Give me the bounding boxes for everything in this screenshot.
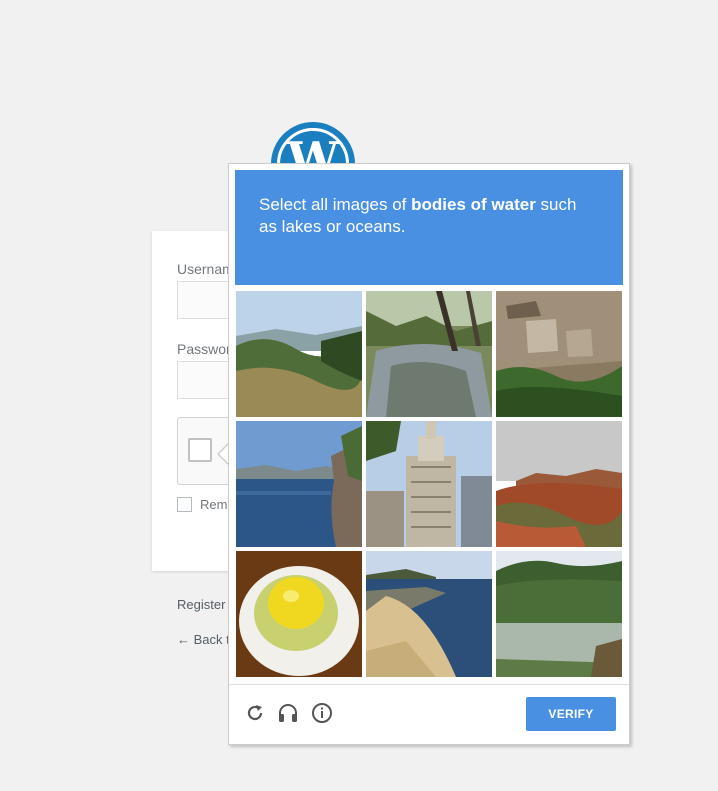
tile-ocean-pier[interactable] bbox=[366, 551, 492, 677]
register-link[interactable]: Register bbox=[177, 597, 225, 612]
password-label: Passwor bbox=[177, 341, 231, 357]
tile-lake-shore[interactable] bbox=[236, 421, 362, 547]
challenge-prompt: Select all images of bodies of water suc… bbox=[235, 170, 623, 285]
prompt-keyword: bodies of water bbox=[411, 195, 536, 214]
tile-hills-valley[interactable] bbox=[236, 291, 362, 417]
info-icon[interactable] bbox=[311, 702, 333, 724]
tile-creek-stream[interactable] bbox=[366, 291, 492, 417]
tile-cliff-dwelling[interactable] bbox=[496, 291, 622, 417]
tile-skyscraper[interactable] bbox=[366, 421, 492, 547]
tile-mountain-lake[interactable] bbox=[496, 551, 622, 677]
tile-egg-cup[interactable] bbox=[236, 551, 362, 677]
captcha-checkbox[interactable] bbox=[188, 438, 212, 462]
tile-red-rock-desert[interactable] bbox=[496, 421, 622, 547]
remember-me-checkbox[interactable] bbox=[177, 497, 192, 512]
back-to-site-link[interactable]: ← Back t bbox=[177, 632, 230, 647]
verify-button[interactable]: VERIFY bbox=[526, 697, 616, 731]
prompt-prefix: Select all images of bbox=[259, 195, 412, 214]
image-grid bbox=[236, 291, 622, 677]
captcha-challenge-popup: Select all images of bodies of water suc… bbox=[228, 163, 630, 745]
reload-icon[interactable] bbox=[244, 702, 266, 724]
challenge-footer: VERIFY bbox=[229, 684, 629, 744]
username-label: Usernam bbox=[177, 261, 234, 277]
audio-icon[interactable] bbox=[277, 702, 299, 724]
